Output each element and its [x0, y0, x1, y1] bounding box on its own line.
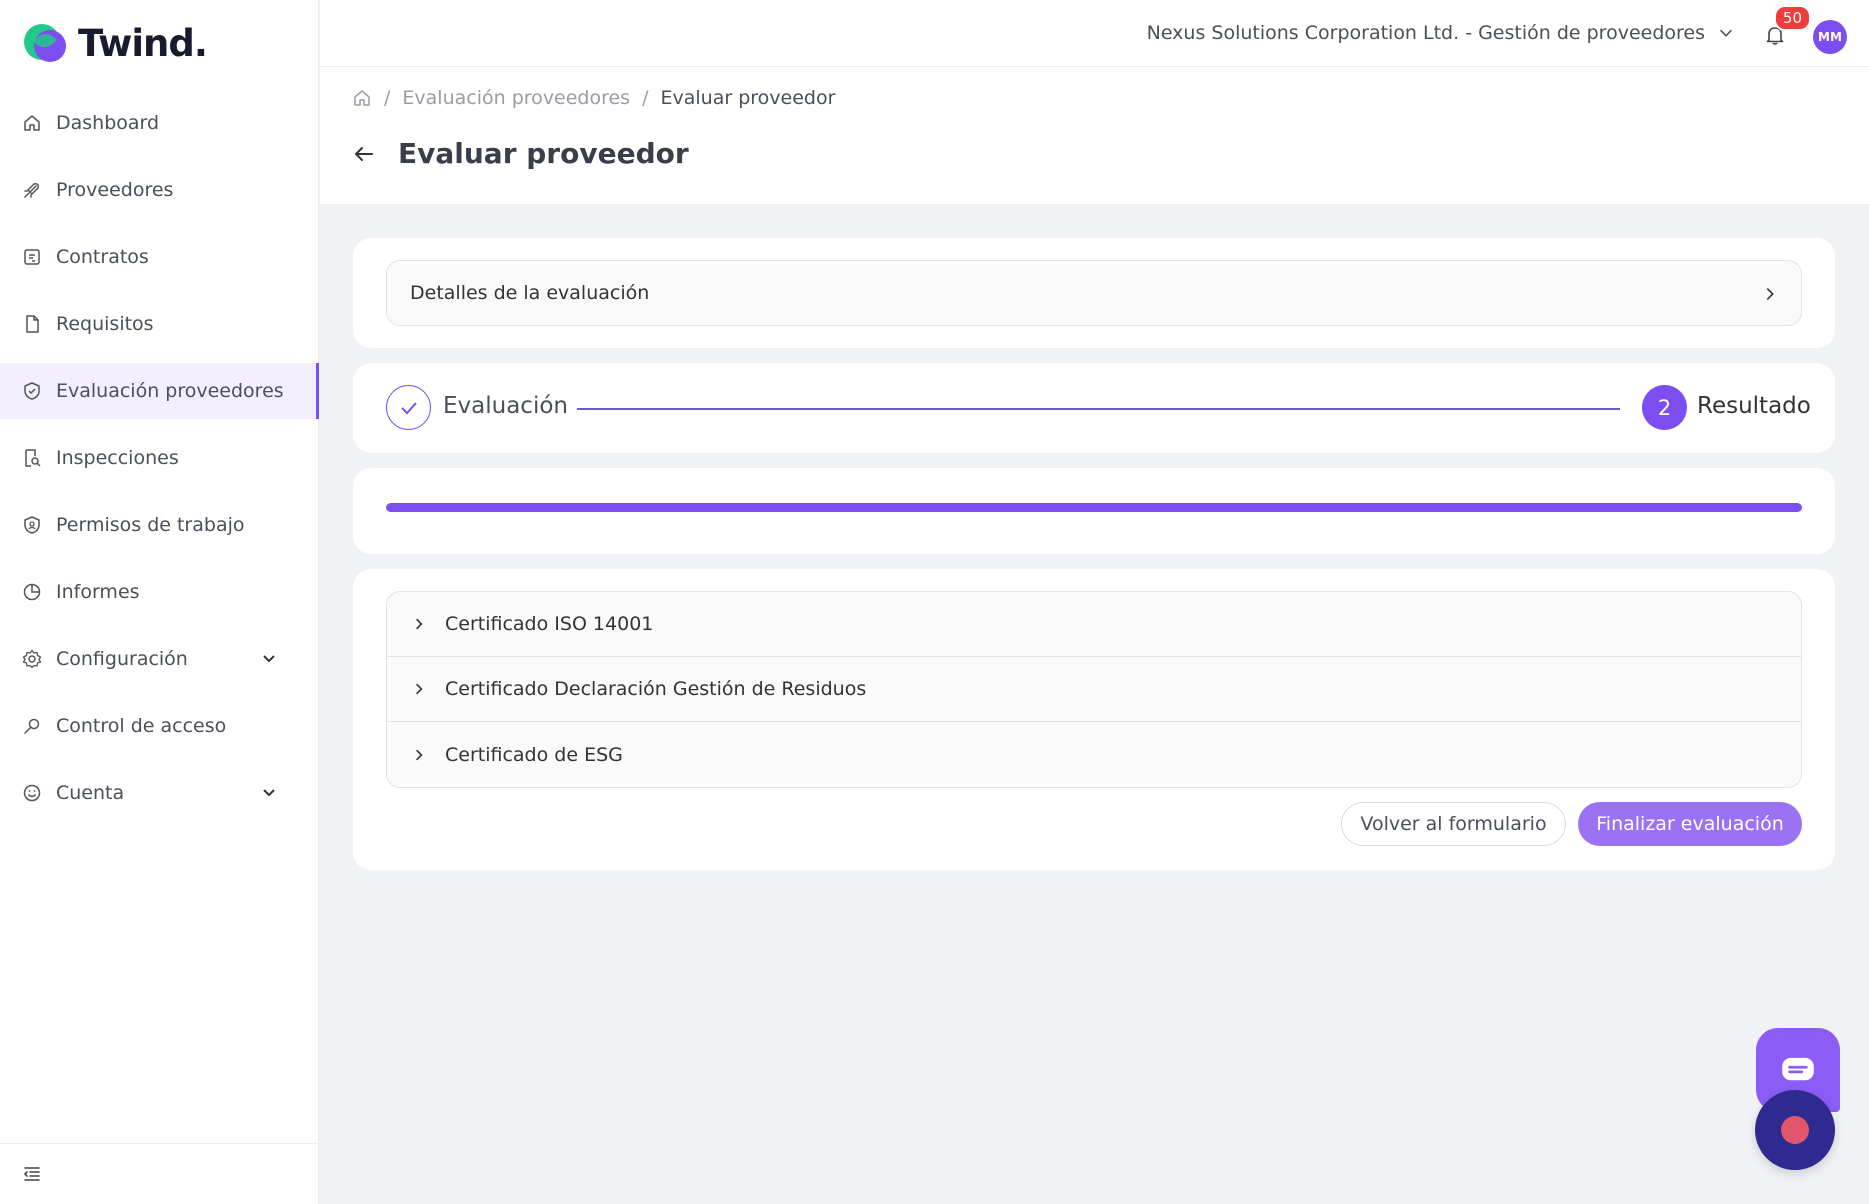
sidebar-item-label: Inspecciones	[56, 447, 179, 469]
brand-name: Twind.	[78, 21, 208, 65]
sidebar-item-label: Requisitos	[56, 313, 154, 335]
pie-chart-icon	[23, 583, 41, 601]
home-icon	[24, 115, 40, 131]
sidebar-item-label: Permisos de trabajo	[56, 514, 245, 536]
check-icon	[400, 401, 417, 414]
document-icon	[26, 315, 39, 333]
sidebar-item-dashboard[interactable]: Dashboard	[0, 95, 319, 151]
twind-logo-icon	[24, 24, 66, 62]
back-to-form-button[interactable]: Volver al formulario	[1341, 802, 1566, 846]
sidebar-item-label: Contratos	[56, 246, 149, 268]
sidebar-item-label: Control de acceso	[56, 715, 227, 737]
details-label: Detalles de la evaluación	[410, 282, 650, 304]
certificates-card: Certificado ISO 14001 Certificado Declar…	[353, 569, 1835, 870]
accordion-item-esg[interactable]: Certificado de ESG	[387, 722, 1801, 787]
sidebar-item-control-de-acceso[interactable]: Control de acceso	[0, 698, 319, 754]
chevron-down-icon	[1720, 29, 1732, 37]
topbar: Nexus Solutions Corporation Ltd. - Gesti…	[320, 0, 1869, 67]
step-completed-indicator[interactable]	[386, 385, 431, 430]
sidebar-item-evaluacion-proveedores[interactable]: Evaluación proveedores	[0, 363, 319, 419]
smile-icon	[23, 784, 41, 802]
key-icon	[24, 718, 40, 734]
sidebar-item-requisitos[interactable]: Requisitos	[0, 296, 319, 352]
finish-evaluation-button[interactable]: Finalizar evaluación	[1578, 802, 1802, 846]
accordion-item-gestion-residuos[interactable]: Certificado Declaración Gestión de Resid…	[387, 657, 1801, 722]
page-title: Evaluar proveedor	[398, 137, 689, 170]
sidebar-item-configuracion[interactable]: Configuración	[0, 631, 319, 687]
sidebar-footer	[0, 1143, 319, 1204]
step-label-resultado: Resultado	[1697, 393, 1811, 419]
gear-icon	[22, 649, 42, 669]
sidebar-item-contratos[interactable]: Contratos	[0, 229, 319, 285]
chevron-right-icon	[1766, 288, 1774, 300]
sidebar-item-label: Cuenta	[56, 782, 125, 804]
shield-badge-icon	[24, 516, 40, 534]
avatar[interactable]: MM	[1813, 20, 1847, 54]
notification-badge: 50	[1773, 5, 1811, 31]
sidebar-nav: Dashboard Proveedores Contratos Requisit…	[0, 95, 319, 832]
progress-fill	[386, 503, 1802, 512]
step-label-evaluacion: Evaluación	[443, 393, 568, 419]
contract-icon	[24, 249, 40, 265]
collapse-menu-icon[interactable]	[22, 1164, 42, 1184]
breadcrumb-separator: /	[642, 87, 649, 109]
inspection-icon	[25, 449, 41, 467]
shield-check-icon	[24, 382, 40, 400]
sidebar-item-inspecciones[interactable]: Inspecciones	[0, 430, 319, 486]
stepper-card: Evaluación 2 Resultado	[353, 363, 1835, 453]
sidebar-item-permisos-de-trabajo[interactable]: Permisos de trabajo	[0, 497, 319, 553]
chevron-right-icon	[416, 618, 423, 630]
sidebar-item-label: Proveedores	[56, 179, 174, 201]
brand-logo[interactable]: Twind.	[22, 20, 208, 66]
record-dot-icon	[1781, 1116, 1809, 1144]
sidebar-item-label: Informes	[56, 581, 140, 603]
accordion-item-iso-14001[interactable]: Certificado ISO 14001	[387, 592, 1801, 657]
step-number-indicator: 2	[1642, 385, 1687, 430]
breadcrumb: / Evaluación proveedores / Evaluar prove…	[352, 87, 835, 109]
accordion-item-label: Certificado Declaración Gestión de Resid…	[445, 678, 867, 700]
breadcrumb-item-evaluacion-proveedores[interactable]: Evaluación proveedores	[402, 87, 630, 109]
progress-card	[353, 468, 1835, 554]
sidebar: Twind. Dashboard Proveedores Contratos R…	[0, 0, 319, 1204]
accordion-item-label: Certificado de ESG	[445, 743, 623, 766]
progress-bar	[386, 503, 1802, 512]
sidebar-item-label: Dashboard	[56, 112, 160, 134]
chevron-right-icon	[416, 683, 423, 695]
rocket-icon	[24, 183, 39, 198]
evaluation-details-toggle[interactable]: Detalles de la evaluación	[386, 260, 1802, 326]
page-title-row: Evaluar proveedor	[352, 137, 689, 170]
company-name: Nexus Solutions Corporation Ltd. - Gesti…	[1146, 22, 1705, 44]
breadcrumb-item-current: Evaluar proveedor	[660, 87, 836, 109]
sidebar-item-proveedores[interactable]: Proveedores	[0, 162, 319, 218]
sidebar-item-cuenta[interactable]: Cuenta	[0, 765, 319, 821]
home-icon[interactable]	[352, 88, 372, 108]
accordion-item-label: Certificado ISO 14001	[445, 613, 654, 635]
certificates-accordion: Certificado ISO 14001 Certificado Declar…	[386, 591, 1802, 788]
sidebar-item-informes[interactable]: Informes	[0, 564, 319, 620]
chat-bubble-icon	[1782, 1057, 1814, 1081]
sidebar-item-label: Evaluación proveedores	[56, 380, 284, 402]
step-connector	[577, 408, 1620, 410]
chevron-down-icon[interactable]	[259, 783, 279, 803]
record-button[interactable]	[1755, 1090, 1835, 1170]
breadcrumb-separator: /	[384, 87, 391, 109]
chevron-right-icon	[416, 749, 423, 760]
details-card: Detalles de la evaluación	[353, 238, 1835, 348]
sidebar-item-label: Configuración	[56, 648, 188, 670]
chevron-down-icon[interactable]	[259, 649, 279, 669]
company-selector[interactable]: Nexus Solutions Corporation Ltd. - Gesti…	[1147, 22, 1735, 44]
back-arrow-icon[interactable]	[352, 142, 376, 166]
page-header: / Evaluación proveedores / Evaluar prove…	[320, 67, 1869, 204]
